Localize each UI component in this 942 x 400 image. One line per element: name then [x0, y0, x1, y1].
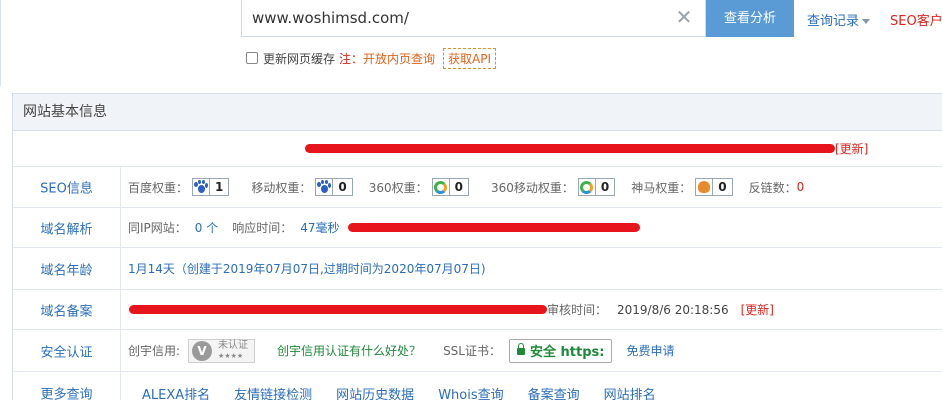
domain-age-row: 域名年龄 1月14天（创建于2019年07月07日,过期时间为2020年07月0… [13, 248, 942, 290]
lock-icon [516, 343, 525, 355]
search-box: ✕ [241, 0, 706, 37]
more-queries-title: 更多查询 [13, 372, 121, 400]
credit-label: 创宇信用: [128, 344, 181, 358]
open-inner-page-query-link[interactable]: 开放内页查询 [363, 50, 435, 67]
friend-link-check-link[interactable]: 友情链接检测 [234, 384, 312, 400]
360-mobile-weight-value: 0 [594, 179, 614, 195]
response-time-label: 响应时间： [232, 221, 293, 235]
same-ip-value[interactable]: 0 个 [195, 219, 218, 236]
icp-update-link[interactable]: [更新] [741, 301, 774, 318]
baidu-weight-badge[interactable]: 1 [192, 178, 230, 196]
credit-benefits-link[interactable]: 创宇信用认证有什么好处？ [277, 342, 421, 359]
update-cache-checkbox[interactable] [246, 52, 258, 64]
alexa-rank-link[interactable]: ALEXA排名 [142, 384, 210, 400]
dns-row: 域名解析 同IP网站： 0 个 响应时间： 47毫秒 [13, 208, 942, 248]
ssl-apply-link[interactable]: 免费申请 [626, 342, 674, 359]
baidu-paw-icon [316, 179, 332, 195]
horse-icon [696, 179, 712, 195]
ssl-label: SSL证书： [443, 344, 501, 358]
baidu-paw-icon [193, 179, 209, 195]
seo-info-title: SEO信息 [13, 167, 121, 207]
update-cache-label: 更新网页缓存 [263, 51, 336, 66]
title-update-link[interactable]: [更新] [835, 140, 868, 157]
chevron-down-icon [862, 19, 871, 24]
response-time-value: 47毫秒 [300, 221, 340, 235]
search-options: 更新网页缓存 注： 开放内页查询 获取API [246, 47, 497, 69]
360-mobile-weight-badge[interactable]: 0 [577, 178, 616, 196]
backlinks-label: 反链数： [748, 180, 797, 195]
credit-badge[interactable]: V 未认证 ★★★★ [188, 338, 256, 363]
security-cert-title: 安全认证 [13, 330, 121, 371]
360-ring-icon [433, 179, 449, 195]
baidu-weight-label: 百度权重： [128, 180, 189, 195]
site-history-link[interactable]: 网站历史数据 [336, 384, 414, 400]
site-title-row: [更新] [13, 131, 942, 167]
360-ring-icon [579, 179, 595, 195]
360-weight-badge[interactable]: 0 [431, 178, 470, 196]
same-ip-label: 同IP网站： [128, 221, 187, 235]
shenma-weight-label: 神马权重： [631, 180, 692, 195]
dns-title: 域名解析 [13, 208, 121, 247]
360-weight-label: 360权重： [368, 180, 428, 195]
site-info-panel: 网站基本信息 [更新] SEO信息 百度权重： 1 移动权重： 0 360权重：… [12, 93, 942, 400]
ssl-badge[interactable]: 安全 https: [508, 338, 613, 363]
url-search-input[interactable] [252, 7, 672, 29]
mobile-weight-badge[interactable]: 0 [315, 178, 353, 196]
panel-title: 网站基本信息 [13, 94, 942, 131]
credit-badge-stars: ★★★★ [218, 351, 244, 360]
domain-age-value: 1月14天（创建于2019年07月07日,过期时间为2020年07月07日) [128, 262, 486, 276]
mobile-weight-label: 移动权重： [251, 180, 312, 195]
backlinks-value[interactable]: 0 [797, 180, 805, 194]
icp-row: 域名备案 审核时间： 2019/8/6 20:18:56 [更新] [13, 290, 942, 330]
credit-badge-text: 未认证 [218, 339, 249, 351]
redacted-icp-info [129, 305, 547, 314]
redacted-ip-location [347, 223, 640, 232]
more-queries-row: 更多查询 ALEXA排名 友情链接检测 网站历史数据 Whois查询 备案查询 … [13, 372, 942, 400]
query-history-dropdown[interactable]: 查询记录 [807, 10, 871, 29]
ssl-badge-text: 安全 https: [529, 345, 605, 360]
note-prefix: 注： [339, 51, 364, 66]
verified-v-icon: V [192, 340, 213, 361]
icp-query-link[interactable]: 备案查询 [528, 384, 580, 400]
baidu-weight-value: 1 [209, 179, 228, 195]
audit-time-value: 2019/8/6 20:18:56 [617, 302, 729, 317]
icp-title: 域名备案 [13, 290, 121, 329]
close-icon[interactable]: ✕ [673, 6, 695, 28]
360-weight-value: 0 [448, 179, 468, 195]
security-cert-row: 安全认证 创宇信用: V 未认证 ★★★★ 创宇信用认证有什么好处？ SSL证书… [13, 330, 942, 372]
site-rank-link[interactable]: 网站排名 [604, 384, 656, 400]
seo-info-row: SEO信息 百度权重： 1 移动权重： 0 360权重： 0 360移动权重： … [13, 167, 942, 208]
analyze-button[interactable]: 查看分析 [706, 0, 794, 37]
get-api-link[interactable]: 获取API [443, 47, 497, 69]
seo-client-link[interactable]: SEO客户 [890, 10, 942, 29]
left-border [0, 0, 1, 86]
360-mobile-weight-label: 360移动权重： [491, 180, 574, 195]
redacted-site-title [305, 144, 835, 153]
mobile-weight-value: 0 [332, 179, 351, 195]
shenma-weight-badge[interactable]: 0 [695, 178, 733, 196]
query-history-label: 查询记录 [807, 14, 860, 29]
whois-query-link[interactable]: Whois查询 [438, 384, 503, 400]
audit-time-label: 审核时间： [547, 303, 608, 317]
domain-age-title: 域名年龄 [13, 248, 121, 289]
shenma-weight-value: 0 [712, 179, 731, 195]
